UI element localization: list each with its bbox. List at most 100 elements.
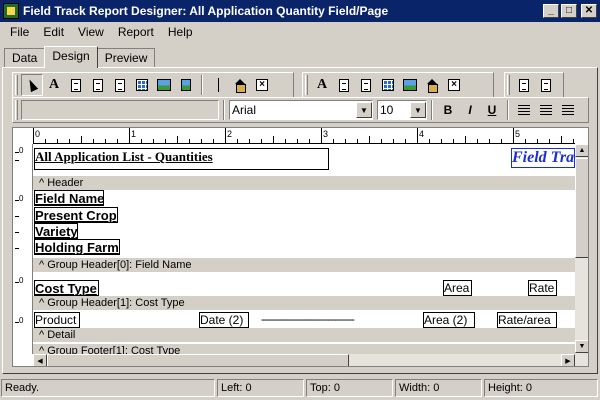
- home-icon: [234, 79, 246, 93]
- scroll-right-button[interactable]: ▶: [561, 354, 575, 366]
- field-tool-button[interactable]: [87, 74, 109, 96]
- report-title-field[interactable]: All Application List - Quantities: [34, 148, 329, 170]
- dashed-line-field[interactable]: -------------------------------: [261, 312, 411, 328]
- ruler-tick: [297, 139, 298, 143]
- vertical-scroll-thumb[interactable]: [575, 158, 588, 258]
- font-name-select[interactable]: Arial ▼: [229, 100, 373, 120]
- subreport-tool-button[interactable]: [109, 74, 131, 96]
- align-left-button[interactable]: [513, 99, 535, 121]
- ruler-tick: [153, 139, 154, 143]
- app-icon: [3, 3, 19, 19]
- product-field[interactable]: Product: [34, 312, 80, 328]
- scroll-left-button[interactable]: ◀: [33, 354, 47, 366]
- toolbar-grip[interactable]: [15, 100, 18, 120]
- shape-tool-button[interactable]: [175, 74, 197, 96]
- insert-image-button[interactable]: [399, 74, 421, 96]
- scroll-down-button[interactable]: ▼: [575, 340, 588, 353]
- vruler-tick: [15, 216, 19, 217]
- area-value-field[interactable]: Area (2): [423, 312, 475, 328]
- insert-delete-button[interactable]: ×: [443, 74, 465, 96]
- band-detail[interactable]: ^ Detail: [33, 328, 575, 342]
- close-button[interactable]: ✕: [581, 4, 597, 18]
- ruler-tick: [345, 139, 346, 143]
- present-crop-label[interactable]: Present Crop: [34, 207, 118, 223]
- horizontal-scroll-thumb[interactable]: [47, 354, 349, 366]
- textbox-tool-button[interactable]: [65, 74, 87, 96]
- insert-textbox-button[interactable]: [333, 74, 355, 96]
- image-tool-button[interactable]: [153, 74, 175, 96]
- area-header-label[interactable]: Area: [443, 280, 472, 296]
- maximize-button[interactable]: □: [561, 4, 577, 18]
- rate-header-label[interactable]: Rate: [528, 280, 557, 296]
- ruler-tick: [525, 139, 526, 143]
- insert-toolbar: A ×: [302, 72, 494, 98]
- object-name-field[interactable]: [21, 100, 219, 120]
- menu-report[interactable]: Report: [111, 25, 161, 39]
- italic-button[interactable]: I: [459, 99, 481, 121]
- horizontal-scrollbar[interactable]: ◀ ▶: [33, 354, 588, 366]
- toolbox-toolbar: A ×: [12, 72, 294, 98]
- grid-view-button[interactable]: [535, 74, 557, 96]
- insert-home-button[interactable]: [421, 74, 443, 96]
- date-field[interactable]: Date (2): [199, 312, 249, 328]
- band-header[interactable]: ^ Header: [33, 176, 575, 190]
- align-center-icon: [540, 105, 552, 115]
- vertical-ruler: 0 0 0 0: [13, 144, 33, 354]
- status-left: Left: 0: [217, 379, 304, 397]
- rate-area-field[interactable]: Rate/area: [497, 312, 557, 328]
- properties-icon: [519, 78, 529, 92]
- menu-view[interactable]: View: [71, 25, 111, 39]
- ruler-tick: [417, 128, 418, 143]
- toolbar-grip[interactable]: [15, 75, 18, 95]
- tab-design[interactable]: Design: [44, 46, 98, 68]
- variety-label[interactable]: Variety: [34, 223, 78, 239]
- band-group-footer-1[interactable]: ^ Group Footer[1]: Cost Type: [33, 344, 575, 354]
- table-tool-button[interactable]: [131, 74, 153, 96]
- chevron-down-icon[interactable]: ▼: [410, 102, 426, 118]
- ruler-tick: [405, 139, 406, 143]
- field-icon: [93, 78, 103, 92]
- tab-preview[interactable]: Preview: [96, 48, 156, 68]
- insert-table-button[interactable]: [377, 74, 399, 96]
- home-tool-button[interactable]: [229, 74, 251, 96]
- toolbar-grip[interactable]: [305, 75, 308, 95]
- toolbar-separator: [431, 100, 433, 120]
- band-group-header-1[interactable]: ^ Group Header[1]: Cost Type: [33, 296, 575, 310]
- ruler-tick: [561, 136, 562, 143]
- report-design-surface[interactable]: 0 1 2 3 4 5 0 0 0 0 All Application List…: [12, 127, 589, 367]
- holding-farm-label[interactable]: Holding Farm: [34, 239, 120, 255]
- ruler-tick: [501, 139, 502, 143]
- menu-edit[interactable]: Edit: [36, 25, 71, 39]
- ruler-tick: [33, 128, 34, 143]
- logo-text-field[interactable]: Field Tra: [511, 148, 575, 168]
- delete-tool-button[interactable]: ×: [251, 74, 273, 96]
- ruler-tick: [93, 139, 94, 143]
- underline-button[interactable]: U: [481, 99, 503, 121]
- minimize-button[interactable]: _: [543, 4, 559, 18]
- toolbar-grip[interactable]: [507, 75, 510, 95]
- menu-file[interactable]: File: [3, 25, 36, 39]
- label-tool-button[interactable]: A: [43, 74, 65, 96]
- cost-type-label[interactable]: Cost Type: [34, 280, 99, 296]
- unbound-tool-button[interactable]: [207, 74, 229, 96]
- insert-label-button[interactable]: A: [311, 74, 333, 96]
- align-right-button[interactable]: [557, 99, 579, 121]
- field-name-label[interactable]: Field Name: [34, 190, 104, 206]
- vruler-tick: [15, 232, 19, 233]
- home-icon: [426, 79, 438, 93]
- band-group-header-0[interactable]: ^ Group Header[0]: Field Name: [33, 258, 575, 272]
- chevron-down-icon[interactable]: ▼: [356, 102, 372, 118]
- scroll-up-button[interactable]: ▲: [575, 144, 588, 157]
- insert-field-button[interactable]: [355, 74, 377, 96]
- bold-button[interactable]: B: [437, 99, 459, 121]
- properties-button[interactable]: [513, 74, 535, 96]
- menu-help[interactable]: Help: [161, 25, 200, 39]
- ruler-tick: [369, 136, 370, 143]
- vertical-scrollbar[interactable]: ▲ ▼: [575, 144, 588, 354]
- font-size-select[interactable]: 10 ▼: [377, 100, 427, 120]
- ruler-tick: [465, 136, 466, 143]
- pointer-tool-button[interactable]: [21, 74, 43, 96]
- align-center-button[interactable]: [535, 99, 557, 121]
- tab-data[interactable]: Data: [4, 48, 46, 68]
- font-size-value: 10: [380, 103, 394, 117]
